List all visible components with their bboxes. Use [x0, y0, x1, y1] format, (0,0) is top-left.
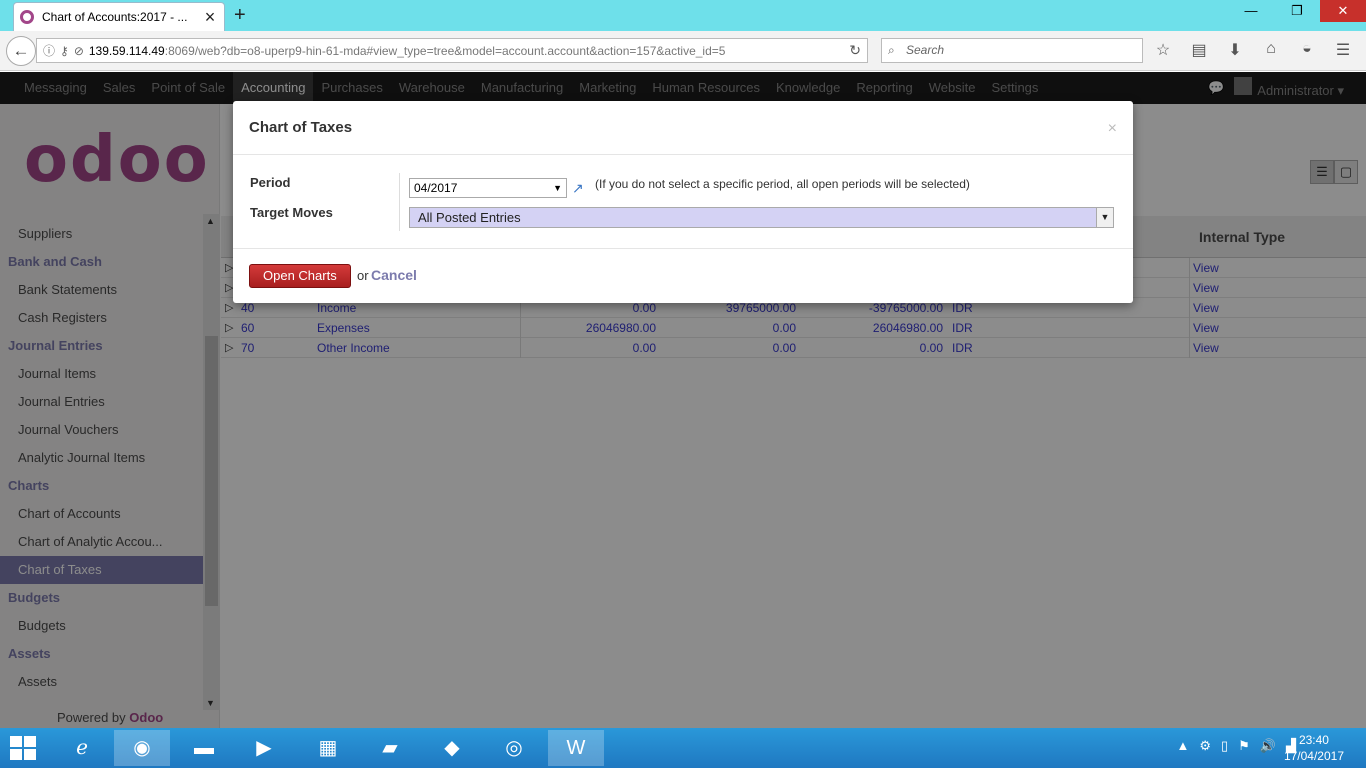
window-close-icon[interactable]: ✕	[1320, 0, 1366, 22]
or-text: or	[357, 268, 369, 283]
clock-time: 23:40	[1298, 733, 1329, 747]
download-icon[interactable]: ⬇	[1224, 40, 1246, 60]
search-input[interactable]: ⌕ Search	[881, 38, 1143, 63]
browser-tab-bar: Chart of Accounts:2017 - ... × + — ❐ ✕	[0, 0, 1366, 31]
info-icon[interactable]: ⓘ	[43, 42, 55, 59]
dialog-body: Period Target Moves 04/2017 ▼ ↗ (If you d…	[233, 155, 1133, 249]
browser-tab[interactable]: Chart of Accounts:2017 - ... ×	[13, 2, 225, 31]
minimize-icon[interactable]: —	[1228, 0, 1274, 22]
home-icon[interactable]: ⌂	[1260, 40, 1282, 60]
search-icon: ⌕	[888, 43, 895, 57]
window-controls: — ❐ ✕	[1228, 0, 1366, 22]
hamburger-menu-icon[interactable]: ☰	[1332, 40, 1354, 60]
chevron-down-icon[interactable]: ▼	[1096, 208, 1113, 227]
url-path: :8069/web?db=o8-uperp9-hin-61-mda#view_t…	[164, 43, 726, 58]
search-placeholder: Search	[906, 43, 945, 57]
firefox-icon[interactable]: ◉	[114, 730, 170, 766]
reading-list-icon[interactable]: ▤	[1188, 40, 1210, 60]
new-tab-icon[interactable]: +	[234, 4, 246, 27]
restore-icon[interactable]: ❐	[1274, 0, 1320, 22]
network-settings-icon[interactable]: ⚙	[1199, 738, 1211, 754]
modal-backdrop-menu	[0, 72, 1366, 104]
key-icon: ⚷	[60, 43, 69, 58]
tray-expand-icon[interactable]: ▲	[1176, 738, 1189, 754]
odoo-favicon-icon	[20, 10, 34, 24]
sticky-notes-icon[interactable]: ◆	[424, 730, 480, 766]
back-arrow-icon[interactable]: ←	[6, 36, 36, 66]
file-explorer-icon[interactable]: ▬	[176, 730, 232, 766]
period-label: Period	[250, 175, 291, 190]
volume-icon[interactable]: 🔊	[1260, 738, 1276, 754]
tab-title: Chart of Accounts:2017 - ...	[42, 10, 188, 24]
bookmark-star-icon[interactable]: ☆	[1152, 40, 1174, 60]
notes-app-icon[interactable]: ▰	[362, 730, 418, 766]
url-bar[interactable]: ⓘ ⚷ ⊘ 139.59.114.49:8069/web?db=o8-uperp…	[36, 38, 868, 63]
word-icon[interactable]: W	[548, 730, 604, 766]
insecure-icon: ⊘	[73, 43, 84, 58]
battery-icon[interactable]: ▯	[1221, 738, 1228, 754]
clock-date: 17/04/2017	[1283, 749, 1344, 763]
period-hint: (If you do not select a specific period,…	[595, 177, 970, 191]
windows-start-icon[interactable]	[10, 736, 38, 760]
chrome-icon[interactable]: ◎	[486, 730, 542, 766]
system-tray: ▲ ⚙ ▯ ⚑ 🔊 ▟	[1176, 738, 1296, 754]
browser-nav-bar: ← ⓘ ⚷ ⊘ 139.59.114.49:8069/web?db=o8-upe…	[0, 31, 1366, 71]
chart-of-taxes-dialog: Chart of Taxes × Period Target Moves 04/…	[233, 101, 1133, 303]
target-moves-label: Target Moves	[250, 205, 333, 220]
reload-icon[interactable]: ↻	[849, 42, 861, 59]
external-link-icon[interactable]: ↗	[572, 180, 584, 197]
field-divider	[399, 173, 400, 231]
open-charts-button[interactable]: Open Charts	[249, 264, 351, 288]
clock[interactable]: 23:40 17/04/2017	[1284, 732, 1344, 764]
flag-icon[interactable]: ⚑	[1238, 738, 1250, 754]
url-host: 139.59.114.49	[88, 43, 165, 58]
cancel-link[interactable]: Cancel	[371, 267, 417, 283]
browser-toolbar-icons: ☆ ▤ ⬇ ⌂ ◒ ☰	[1152, 40, 1354, 60]
dialog-header: Chart of Taxes ×	[233, 101, 1133, 155]
media-player-icon[interactable]: ▶	[236, 730, 292, 766]
period-select[interactable]: 04/2017 ▼	[409, 178, 567, 198]
dialog-title: Chart of Taxes	[249, 119, 353, 136]
pocket-icon[interactable]: ◒	[1296, 40, 1318, 60]
dialog-footer: Open Charts or Cancel	[233, 249, 1133, 303]
windows-taskbar: ℯ ◉ ▬ ▶ ▦ ▰ ◆ ◎ W ▲ ⚙ ▯ ⚑ 🔊 ▟ 23:40 17/0…	[0, 728, 1366, 768]
dropdown-arrow-icon[interactable]: ▼	[553, 179, 562, 197]
dialog-close-icon[interactable]: ×	[1108, 120, 1117, 138]
target-moves-select[interactable]: All Posted Entries ▼	[409, 207, 1114, 228]
calendar-app-icon[interactable]: ▦	[300, 730, 356, 766]
internet-explorer-icon[interactable]: ℯ	[54, 730, 110, 766]
close-tab-icon[interactable]: ×	[202, 7, 218, 28]
